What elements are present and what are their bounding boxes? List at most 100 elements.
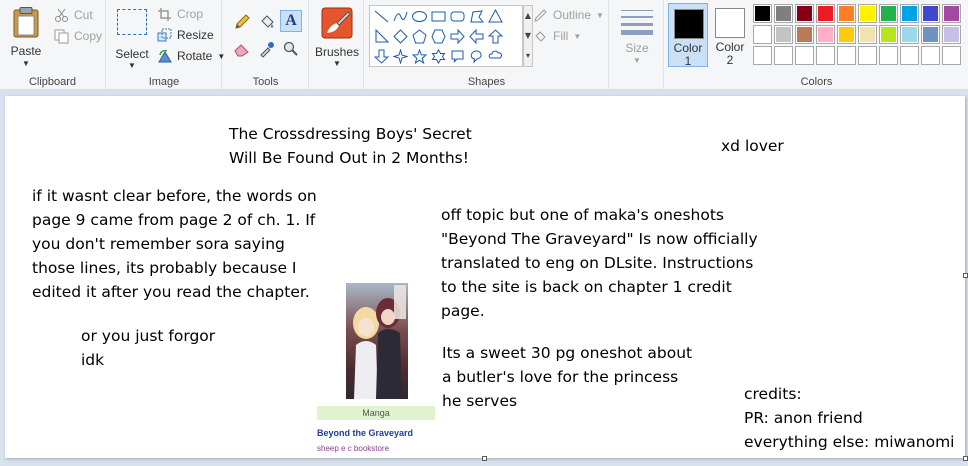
brushes-button[interactable]: Brushes ▼ bbox=[314, 4, 360, 68]
size-dropdown-icon: ▼ bbox=[633, 56, 641, 65]
palette-color-swatch[interactable] bbox=[753, 46, 772, 65]
copy-button[interactable]: Copy bbox=[54, 27, 102, 45]
four-point-star-shape-icon[interactable] bbox=[391, 47, 410, 66]
palette-color-swatch[interactable] bbox=[921, 4, 940, 23]
paste-icon bbox=[13, 7, 39, 38]
five-point-star-shape-icon[interactable] bbox=[410, 47, 429, 66]
resize-button[interactable]: Resize bbox=[157, 26, 214, 44]
rotate-button[interactable]: Rotate ▼ bbox=[157, 47, 225, 65]
fill-bucket-small-icon bbox=[533, 29, 548, 44]
offtopic-note-line: translated to eng on DLsite. Instruction… bbox=[441, 254, 754, 272]
canvas-resize-handle-corner[interactable] bbox=[963, 456, 968, 461]
polygon-shape-icon[interactable] bbox=[467, 7, 486, 26]
down-arrow-shape-icon[interactable] bbox=[372, 47, 391, 66]
outline-button[interactable]: Outline ▼ bbox=[533, 6, 604, 24]
palette-color-swatch[interactable] bbox=[858, 25, 877, 44]
palette-color-swatch[interactable] bbox=[795, 25, 814, 44]
line-width-icon bbox=[621, 10, 653, 35]
manga-title-line-2: Will Be Found Out in 2 Months! bbox=[229, 149, 469, 167]
palette-color-swatch[interactable] bbox=[858, 46, 877, 65]
oval-shape-icon[interactable] bbox=[410, 7, 429, 26]
crop-button[interactable]: Crop bbox=[157, 5, 203, 23]
brushes-label: Brushes bbox=[314, 45, 360, 59]
rounded-callout-shape-icon[interactable] bbox=[448, 47, 467, 66]
brushes-dropdown-icon[interactable]: ▼ bbox=[314, 59, 360, 68]
palette-color-swatch[interactable] bbox=[900, 4, 919, 23]
palette-color-swatch[interactable] bbox=[942, 4, 961, 23]
canvas-resize-handle-bottom[interactable] bbox=[482, 456, 487, 461]
color1-button[interactable]: Color 1 bbox=[668, 3, 708, 68]
palette-color-swatch[interactable] bbox=[879, 25, 898, 44]
rectangle-shape-icon[interactable] bbox=[429, 7, 448, 26]
palette-color-swatch[interactable] bbox=[879, 46, 898, 65]
select-button[interactable]: Select ▼ bbox=[113, 6, 151, 70]
oneshot-description-line: Its a sweet 30 pg oneshot about bbox=[442, 344, 693, 362]
palette-color-swatch[interactable] bbox=[921, 25, 940, 44]
fill-bucket-icon[interactable] bbox=[256, 11, 278, 33]
palette-color-swatch[interactable] bbox=[774, 4, 793, 23]
up-arrow-shape-icon[interactable] bbox=[486, 27, 505, 46]
palette-color-swatch[interactable] bbox=[837, 25, 856, 44]
palette-color-swatch[interactable] bbox=[795, 4, 814, 23]
text-tool-icon[interactable]: A bbox=[280, 10, 302, 32]
manga-store-title[interactable]: Beyond the Graveyard bbox=[317, 428, 413, 438]
rotate-label: Rotate bbox=[177, 49, 213, 63]
size-button[interactable]: Size ▼ bbox=[618, 6, 656, 66]
color2-button[interactable]: Color 2 bbox=[710, 3, 750, 67]
left-arrow-shape-icon[interactable] bbox=[467, 27, 486, 46]
tools-group: A Tools bbox=[223, 0, 309, 90]
palette-color-swatch[interactable] bbox=[879, 4, 898, 23]
paste-dropdown-icon[interactable]: ▼ bbox=[4, 59, 48, 68]
palette-color-swatch[interactable] bbox=[858, 4, 877, 23]
palette-color-swatch[interactable] bbox=[816, 46, 835, 65]
hexagon-shape-icon[interactable] bbox=[429, 27, 448, 46]
palette-color-swatch[interactable] bbox=[753, 4, 772, 23]
diamond-shape-icon[interactable] bbox=[391, 27, 410, 46]
resize-icon bbox=[157, 28, 172, 43]
eraser-icon[interactable] bbox=[231, 38, 253, 60]
cloud-callout-shape-icon[interactable] bbox=[486, 47, 505, 66]
curve-shape-icon[interactable] bbox=[391, 7, 410, 26]
color1-swatch bbox=[674, 9, 704, 39]
triangle-shape-icon[interactable] bbox=[486, 7, 505, 26]
paste-label: Paste bbox=[10, 44, 42, 58]
palette-color-swatch[interactable] bbox=[900, 46, 919, 65]
palette-color-swatch[interactable] bbox=[837, 4, 856, 23]
fill-button[interactable]: Fill ▼ bbox=[533, 27, 581, 45]
magnifier-icon[interactable] bbox=[280, 38, 302, 60]
palette-color-swatch[interactable] bbox=[816, 25, 835, 44]
canvas-resize-handle-right[interactable] bbox=[963, 273, 968, 278]
palette-color-swatch[interactable] bbox=[942, 25, 961, 44]
select-dropdown-icon[interactable]: ▼ bbox=[113, 61, 151, 70]
palette-color-swatch[interactable] bbox=[774, 46, 793, 65]
pencil-icon[interactable] bbox=[231, 11, 253, 33]
colors-group: Color 1 Color 2 Colors bbox=[665, 0, 968, 90]
right-arrow-shape-icon[interactable] bbox=[448, 27, 467, 46]
drawing-canvas[interactable]: The Crossdressing Boys' Secret Will Be F… bbox=[5, 96, 965, 458]
palette-color-swatch[interactable] bbox=[921, 46, 940, 65]
outline-pencil-icon bbox=[533, 8, 548, 23]
oval-callout-shape-icon[interactable] bbox=[467, 47, 486, 66]
palette-color-swatch[interactable] bbox=[816, 4, 835, 23]
color2-swatch bbox=[715, 8, 745, 38]
color-picker-icon[interactable] bbox=[256, 38, 278, 60]
right-triangle-shape-icon[interactable] bbox=[372, 27, 391, 46]
pentagon-shape-icon[interactable] bbox=[410, 27, 429, 46]
paste-button[interactable]: Paste ▼ bbox=[4, 4, 48, 68]
canvas-area[interactable]: The Crossdressing Boys' Secret Will Be F… bbox=[0, 91, 968, 466]
palette-color-swatch[interactable] bbox=[753, 25, 772, 44]
rounded-rectangle-shape-icon[interactable] bbox=[448, 7, 467, 26]
copy-label: Copy bbox=[74, 29, 103, 43]
palette-color-swatch[interactable] bbox=[837, 46, 856, 65]
shapes-scrollbar[interactable]: ▲ ▼ ▾ bbox=[523, 5, 533, 67]
six-point-star-shape-icon[interactable] bbox=[429, 47, 448, 66]
credits-line: everything else: miwanomi bbox=[744, 433, 955, 451]
palette-color-swatch[interactable] bbox=[774, 25, 793, 44]
line-shape-icon[interactable] bbox=[372, 7, 391, 26]
palette-color-swatch[interactable] bbox=[942, 46, 961, 65]
palette-color-swatch[interactable] bbox=[900, 25, 919, 44]
outline-dropdown-icon: ▼ bbox=[596, 10, 604, 20]
palette-color-swatch[interactable] bbox=[795, 46, 814, 65]
cut-button[interactable]: Cut bbox=[54, 6, 93, 24]
image-group-label: Image bbox=[148, 76, 180, 88]
